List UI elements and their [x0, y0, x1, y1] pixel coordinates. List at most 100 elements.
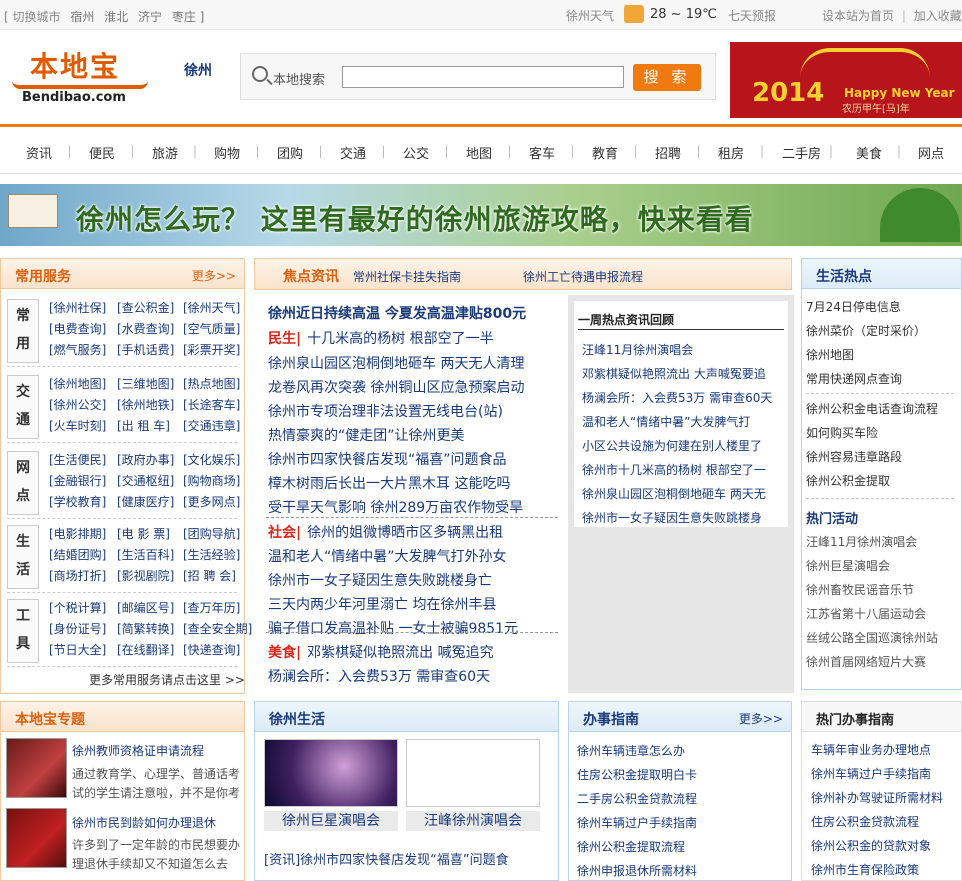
service-link[interactable]: [健康医疗]: [117, 493, 174, 510]
search-input[interactable]: [342, 66, 624, 88]
topic-thumbnail[interactable]: [6, 808, 67, 868]
weekly-item[interactable]: 汪峰11月徐州演唱会: [582, 341, 782, 358]
site-logo[interactable]: 本地宝 Bendibao.com: [12, 45, 152, 107]
service-link[interactable]: [电影排期]: [49, 525, 106, 542]
service-link[interactable]: [团购导航]: [183, 525, 240, 542]
guide-more-link[interactable]: 更多>>: [739, 710, 783, 727]
nav-item[interactable]: 客车: [529, 143, 555, 162]
focus-news-text[interactable]: 热情豪爽的“健走团”让徐州更美: [268, 428, 465, 444]
nearby-city-link[interactable]: 枣庄 ]: [172, 10, 205, 24]
service-link[interactable]: [生活经验]: [183, 546, 240, 563]
hot-guide-item[interactable]: 徐州车辆过户手续指南: [811, 765, 931, 782]
focus-news-text[interactable]: 龙卷风再次突袭 徐州铜山区应急预案启动: [268, 380, 524, 396]
nav-item[interactable]: 地图: [466, 143, 492, 162]
weekly-item[interactable]: 温和老人“情绪中暑”大发脾气打: [582, 413, 782, 430]
activity-item[interactable]: 徐州巨星演唱会: [806, 557, 890, 574]
focus-news-text[interactable]: 徐州市四家快餐店发现“福喜”问题食品: [268, 452, 507, 468]
nearby-city-link[interactable]: 济宁: [138, 10, 162, 24]
focus-news-item[interactable]: 民生| 十几米高的杨树 根部空了一半: [268, 328, 494, 348]
focus-news-text[interactable]: 徐州的姐微博晒市区多辆黑出租: [307, 525, 503, 541]
hot-item[interactable]: 徐州公积金提取: [806, 472, 890, 489]
nav-item[interactable]: 公交: [403, 143, 429, 162]
services-bottom-more-link[interactable]: 更多常用服务请点击这里 >>: [89, 671, 245, 688]
service-link[interactable]: [个税计算]: [49, 599, 106, 616]
service-link[interactable]: [快递查询]: [183, 641, 240, 658]
service-link[interactable]: [徐州地图]: [49, 375, 106, 392]
services-more-link[interactable]: 更多>>: [192, 267, 236, 284]
service-link[interactable]: [更多网点]: [183, 493, 240, 510]
service-link[interactable]: [招 聘 会]: [183, 567, 236, 584]
focus-news-item[interactable]: 徐州市一女子疑因生意失败跳楼身亡: [268, 570, 492, 590]
focus-news-item[interactable]: 骗子借口发高温补贴 一女士被骗9851元: [268, 618, 518, 638]
service-link[interactable]: [生活便民]: [49, 451, 106, 468]
focus-news-text[interactable]: 樟木树雨后长出一大片黑木耳 这能吃吗: [268, 476, 510, 492]
seven-day-forecast-link[interactable]: 七天预报: [728, 7, 776, 24]
service-link[interactable]: [长途客车]: [183, 396, 240, 413]
weather-link[interactable]: 徐州天气: [566, 7, 614, 24]
service-link[interactable]: [燃气服务]: [49, 341, 106, 358]
service-link[interactable]: [彩票开奖]: [183, 341, 240, 358]
activity-item[interactable]: 徐州首届网络短片大赛: [806, 653, 926, 670]
focus-news-item[interactable]: 徐州泉山园区泡桐倒地砸车 两天无人清理: [268, 353, 524, 373]
focus-news-text[interactable]: 杨澜会所：入会费53万 需审查60天: [268, 669, 490, 685]
service-link[interactable]: [徐州社保]: [49, 299, 106, 316]
weekly-item[interactable]: 徐州市一女子疑因生意失败跳楼身: [582, 509, 782, 526]
bookmark-link[interactable]: 加入收藏: [914, 9, 962, 23]
hot-guide-item[interactable]: 徐州公积金的贷款对象: [811, 837, 931, 854]
focus-news-item[interactable]: 受干旱天气影响 徐州289万亩农作物受旱: [268, 497, 523, 517]
guide-item[interactable]: 徐州车辆过户手续指南: [577, 814, 697, 831]
service-link[interactable]: [节日大全]: [49, 641, 106, 658]
focus-news-item[interactable]: 社会| 徐州的姐微博晒市区多辆黑出租: [268, 522, 503, 542]
focus-news-text[interactable]: 受干旱天气影响 徐州289万亩农作物受旱: [268, 500, 523, 516]
nav-item[interactable]: 租房: [718, 143, 744, 162]
service-link[interactable]: [商场打折]: [49, 567, 106, 584]
set-home-link[interactable]: 设本站为首页: [822, 9, 894, 23]
photo-thumbnail[interactable]: [406, 739, 540, 807]
tourism-banner[interactable]: 徐州怎么玩？ 这里有最好的徐州旅游攻略，快来看看: [0, 184, 962, 246]
nav-item[interactable]: 团购: [277, 143, 303, 162]
hot-guide-item[interactable]: 住房公积金贷款流程: [811, 813, 919, 830]
focus-news-item[interactable]: 徐州市四家快餐店发现“福喜”问题食品: [268, 449, 507, 469]
photo-caption[interactable]: 汪峰徐州演唱会: [406, 811, 540, 831]
focus-news-item[interactable]: 杨澜会所：入会费53万 需审查60天: [268, 666, 490, 686]
hot-guide-item[interactable]: 徐州市生育保险政策: [811, 861, 919, 878]
focus-header-link[interactable]: 徐州工亡待遇申报流程: [523, 268, 643, 285]
service-link[interactable]: [徐州天气]: [183, 299, 240, 316]
weekly-item[interactable]: 杨澜会所：入会费53万 需审查60天: [582, 389, 782, 406]
nav-item[interactable]: 便民: [89, 143, 115, 162]
guide-item[interactable]: 徐州公积金提取流程: [577, 838, 685, 855]
nearby-city-link[interactable]: 淮北: [104, 10, 128, 24]
focus-news-text[interactable]: 邓紫棋疑似艳照流出 喊冤追究: [307, 645, 493, 661]
news-category-tag[interactable]: 民生|: [268, 331, 301, 347]
service-link[interactable]: [学校教育]: [49, 493, 106, 510]
nav-item[interactable]: 招聘: [655, 143, 681, 162]
service-link[interactable]: [空气质量]: [183, 320, 240, 337]
service-link[interactable]: [购物商场]: [183, 472, 240, 489]
hot-item[interactable]: 如何购买车险: [806, 424, 878, 441]
service-link[interactable]: [文化娱乐]: [183, 451, 240, 468]
service-link[interactable]: [金融银行]: [49, 472, 106, 489]
focus-news-item[interactable]: 徐州市专项治理非法设置无线电台(站): [268, 401, 503, 421]
life-news-link[interactable]: [资讯]徐州市四家快餐店发现“福喜”问题食: [264, 849, 509, 868]
service-link[interactable]: [政府办事]: [117, 451, 174, 468]
service-link[interactable]: [邮编区号]: [117, 599, 174, 616]
topic-title[interactable]: 徐州市民到龄如何办理退休: [72, 814, 216, 831]
nav-item[interactable]: 旅游: [152, 143, 178, 162]
topic-thumbnail[interactable]: [6, 738, 67, 798]
focus-news-item[interactable]: 温和老人“情绪中暑”大发脾气打外孙女: [268, 546, 507, 566]
nav-item[interactable]: 网点: [918, 143, 944, 162]
new-year-ad-banner[interactable]: 2014 Happy New Year 农历甲午[马]年: [730, 42, 962, 118]
service-link[interactable]: [热点地图]: [183, 375, 240, 392]
service-link[interactable]: [查全安全期]: [183, 620, 252, 637]
hot-item[interactable]: 徐州公积金电话查询流程: [806, 400, 938, 417]
focus-news-item[interactable]: 樟木树雨后长出一大片黑木耳 这能吃吗: [268, 473, 510, 493]
focus-news-text[interactable]: 三天内两少年河里溺亡 均在徐州丰县: [268, 597, 496, 613]
activity-item[interactable]: 徐州畜牧民谣音乐节: [806, 581, 914, 598]
focus-header-link[interactable]: 常州社保卡挂失指南: [353, 268, 461, 285]
nav-item[interactable]: 教育: [592, 143, 618, 162]
service-link[interactable]: [身份证号]: [49, 620, 106, 637]
focus-news-text[interactable]: 徐州泉山园区泡桐倒地砸车 两天无人清理: [268, 356, 524, 372]
service-link[interactable]: [影视剧院]: [117, 567, 174, 584]
service-link[interactable]: [交通枢纽]: [117, 472, 174, 489]
service-link[interactable]: [查万年历]: [183, 599, 240, 616]
